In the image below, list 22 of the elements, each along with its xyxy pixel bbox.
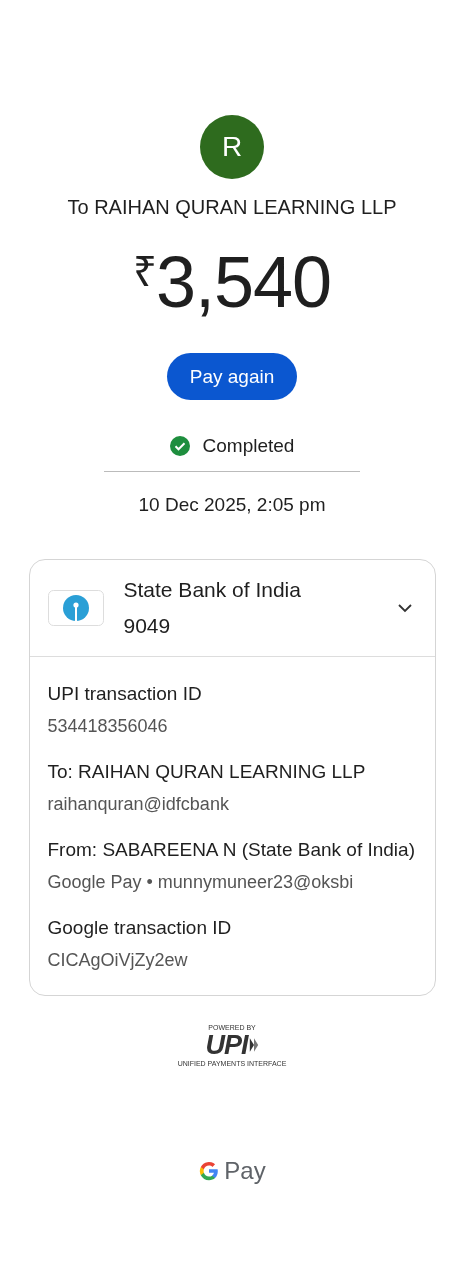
avatar: R — [200, 115, 264, 179]
upi-logo-text: UPI — [205, 1031, 248, 1059]
detail-label: To: RAIHAN QURAN LEARNING LLP — [47, 760, 367, 784]
detail-label: UPI transaction ID — [47, 682, 203, 706]
amount: ₹3,540 — [132, 241, 332, 324]
pay-wordmark: Pay — [224, 1157, 266, 1185]
detail-value: Google Pay • munnymuneer23@oksbi — [47, 871, 355, 894]
date-time: 10 Dec 2025, 2:05 pm — [138, 494, 326, 516]
payee-name: To RAIHAN QURAN LEARNING LLP — [67, 196, 397, 219]
detail-value: raihanquran@idfcbank — [47, 793, 230, 816]
bank-logo-icon — [47, 590, 104, 626]
detail-label: From: SABAREENA N (State Bank of India) — [47, 838, 416, 862]
bank-name: State Bank of India — [123, 577, 302, 603]
upi-arrows-icon — [248, 1037, 259, 1053]
chevron-down-icon[interactable] — [396, 603, 413, 613]
status-label: Completed — [202, 435, 295, 457]
detail-value: CICAgOiVjZy2ew — [47, 949, 189, 972]
google-g-icon — [198, 1160, 221, 1182]
pay-again-button[interactable]: Pay again — [166, 353, 298, 400]
account-number: 9049 — [123, 613, 172, 639]
detail-value: 534418356046 — [47, 715, 169, 738]
detail-label: Google transaction ID — [47, 916, 233, 940]
